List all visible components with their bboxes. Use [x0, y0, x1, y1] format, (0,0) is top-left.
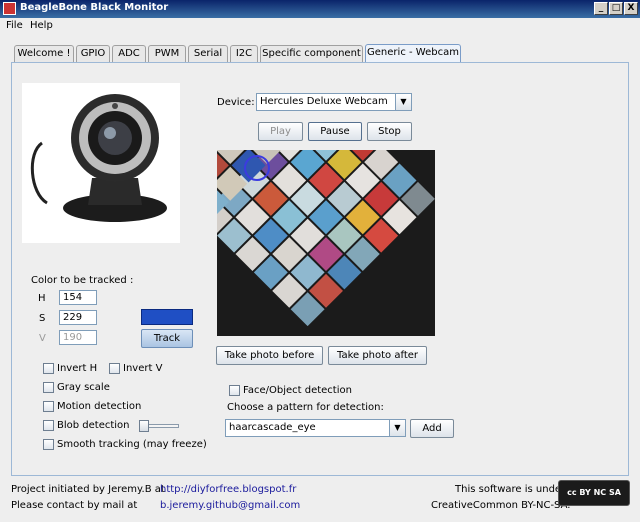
add-pattern-button[interactable]: Add	[410, 419, 454, 438]
smooth-tracking-checkbox[interactable]	[43, 439, 54, 450]
v-label: V	[39, 333, 46, 344]
window-title: BeagleBone Black Monitor	[20, 2, 169, 13]
cc-license-badge: cc BY NC SA	[558, 480, 630, 506]
invert-v-label: Invert V	[123, 363, 163, 374]
play-button[interactable]: Play	[258, 122, 303, 141]
footer-license-line1: This software is under	[455, 484, 566, 495]
pause-button[interactable]: Pause	[308, 122, 362, 141]
choose-pattern-label: Choose a pattern for detection:	[227, 402, 384, 413]
maximize-button[interactable]: □	[609, 2, 623, 15]
tab-i2c[interactable]: I2C	[230, 45, 258, 62]
pattern-selected-value: haarcascade_eye	[229, 422, 316, 433]
device-label: Device:	[217, 97, 255, 108]
footer-contact-text: Please contact by mail at	[11, 500, 138, 511]
motion-detection-checkbox[interactable]	[43, 401, 54, 412]
s-field[interactable]: 229	[59, 310, 97, 325]
webcam-icon	[30, 94, 167, 222]
tracked-color-swatch	[141, 309, 193, 325]
menu-bar: File Help	[0, 18, 640, 34]
menu-help[interactable]: Help	[30, 20, 53, 31]
color-tracked-title: Color to be tracked :	[31, 275, 134, 286]
tab-specific-component[interactable]: Specific component	[260, 45, 363, 62]
chevron-down-icon[interactable]: ▼	[395, 94, 411, 110]
smooth-tracking-label: Smooth tracking (may freeze)	[57, 439, 207, 450]
tab-pwm[interactable]: PWM	[148, 45, 186, 62]
h-field[interactable]: 154	[59, 290, 97, 305]
menu-file[interactable]: File	[6, 20, 23, 31]
footer-site-link[interactable]: http://diyforfree.blogspot.fr	[160, 484, 296, 495]
gray-scale-label: Gray scale	[57, 382, 110, 393]
track-button[interactable]: Track	[141, 329, 193, 348]
footer-email-link[interactable]: b.jeremy.github@gmail.com	[160, 500, 300, 511]
invert-h-label: Invert H	[57, 363, 98, 374]
title-bar: BeagleBone Black Monitor _ □ X	[0, 0, 640, 18]
tab-generic-webcam[interactable]: Generic - Webcam	[365, 44, 461, 63]
motion-detection-label: Motion detection	[57, 401, 142, 412]
device-select[interactable]: Hercules Deluxe Webcam ▼	[256, 93, 412, 111]
blob-slider-track[interactable]	[139, 420, 179, 432]
tab-adc[interactable]: ADC	[112, 45, 146, 62]
gray-scale-checkbox[interactable]	[43, 382, 54, 393]
invert-v-checkbox[interactable]	[109, 363, 120, 374]
blob-detection-label: Blob detection	[57, 420, 130, 431]
h-label: H	[38, 293, 46, 304]
face-object-detection-label: Face/Object detection	[243, 385, 352, 396]
footer-initiated-text: Project initiated by Jeremy.B at	[11, 484, 165, 495]
v-field[interactable]: 190	[59, 330, 97, 345]
cc-badge-text: cc BY NC SA	[567, 488, 621, 497]
tab-serial[interactable]: Serial	[188, 45, 228, 62]
invert-h-checkbox[interactable]	[43, 363, 54, 374]
footer-license-line2: CreativeCommon BY-NC-SA.	[431, 500, 571, 511]
webcam-image	[22, 83, 180, 243]
close-button[interactable]: X	[624, 2, 638, 15]
stop-button[interactable]: Stop	[367, 122, 412, 141]
app-icon	[3, 2, 16, 15]
face-object-detection-checkbox[interactable]	[229, 385, 240, 396]
chevron-down-icon[interactable]: ▼	[389, 420, 405, 436]
device-selected-value: Hercules Deluxe Webcam	[260, 96, 388, 107]
take-photo-before-button[interactable]: Take photo before	[216, 346, 323, 365]
s-label: S	[39, 313, 46, 324]
blob-slider-thumb[interactable]	[139, 420, 149, 432]
tab-gpio[interactable]: GPIO	[76, 45, 110, 62]
mosaic-image	[217, 150, 435, 336]
video-feed	[217, 150, 435, 336]
take-photo-after-button[interactable]: Take photo after	[328, 346, 427, 365]
tab-welcome[interactable]: Welcome !	[14, 45, 74, 62]
pattern-select[interactable]: haarcascade_eye ▼	[225, 419, 406, 437]
blob-detection-checkbox[interactable]	[43, 420, 54, 431]
minimize-button[interactable]: _	[594, 2, 608, 15]
